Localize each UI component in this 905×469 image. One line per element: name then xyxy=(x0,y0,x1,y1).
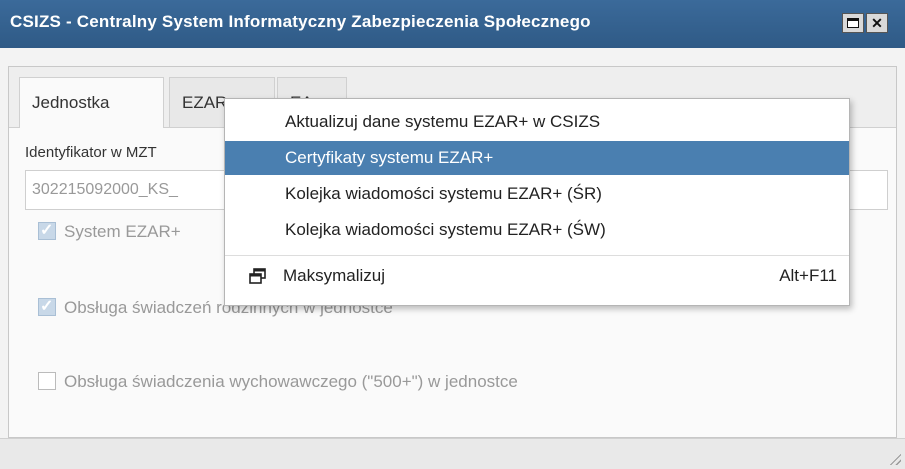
identifier-label: Identyfikator w MZT xyxy=(25,144,157,161)
system-ezar-checkbox-row[interactable]: System EZAR+ xyxy=(38,220,181,242)
title-bar[interactable]: CSIZS - Centralny System Informatyczny Z… xyxy=(0,0,905,48)
child-benefit-checkbox-row[interactable]: Obsługa świadczenia wychowawczego ("500+… xyxy=(38,372,518,392)
status-bar xyxy=(0,438,905,469)
menu-item-queue-sr[interactable]: Kolejka wiadomości systemu EZAR+ (ŚR) xyxy=(225,177,849,211)
system-ezar-checkbox[interactable] xyxy=(38,220,56,240)
menu-item-maximize[interactable]: Maksymalizuj Alt+F11 xyxy=(225,259,849,293)
child-benefit-checkbox[interactable] xyxy=(38,372,56,390)
menu-item-ezar-certificates[interactable]: Certyfikaty systemu EZAR+ xyxy=(225,141,849,175)
context-menu: Aktualizuj dane systemu EZAR+ w CSIZS Ce… xyxy=(224,98,850,306)
system-ezar-label: System EZAR+ xyxy=(64,222,181,241)
child-benefit-label: Obsługa świadczenia wychowawczego ("500+… xyxy=(64,372,518,391)
family-benefits-checkbox[interactable] xyxy=(38,296,56,316)
menu-item-queue-sw[interactable]: Kolejka wiadomości systemu EZAR+ (ŚW) xyxy=(225,213,849,247)
maximize-label: Maksymalizuj xyxy=(283,266,386,285)
menu-item-update-ezar[interactable]: Aktualizuj dane systemu EZAR+ w CSIZS xyxy=(225,105,849,139)
menu-divider xyxy=(225,255,849,256)
close-icon[interactable] xyxy=(866,13,888,33)
resize-grip-icon[interactable] xyxy=(887,451,901,465)
maximize-shortcut: Alt+F11 xyxy=(779,266,837,285)
tab-jednostka[interactable]: Jednostka xyxy=(19,77,164,128)
window-title: CSIZS - Centralny System Informatyczny Z… xyxy=(10,12,591,31)
window-maximize-icon[interactable] xyxy=(842,13,864,33)
restore-window-icon xyxy=(249,268,266,284)
application-window: CSIZS - Centralny System Informatyczny Z… xyxy=(0,0,905,469)
